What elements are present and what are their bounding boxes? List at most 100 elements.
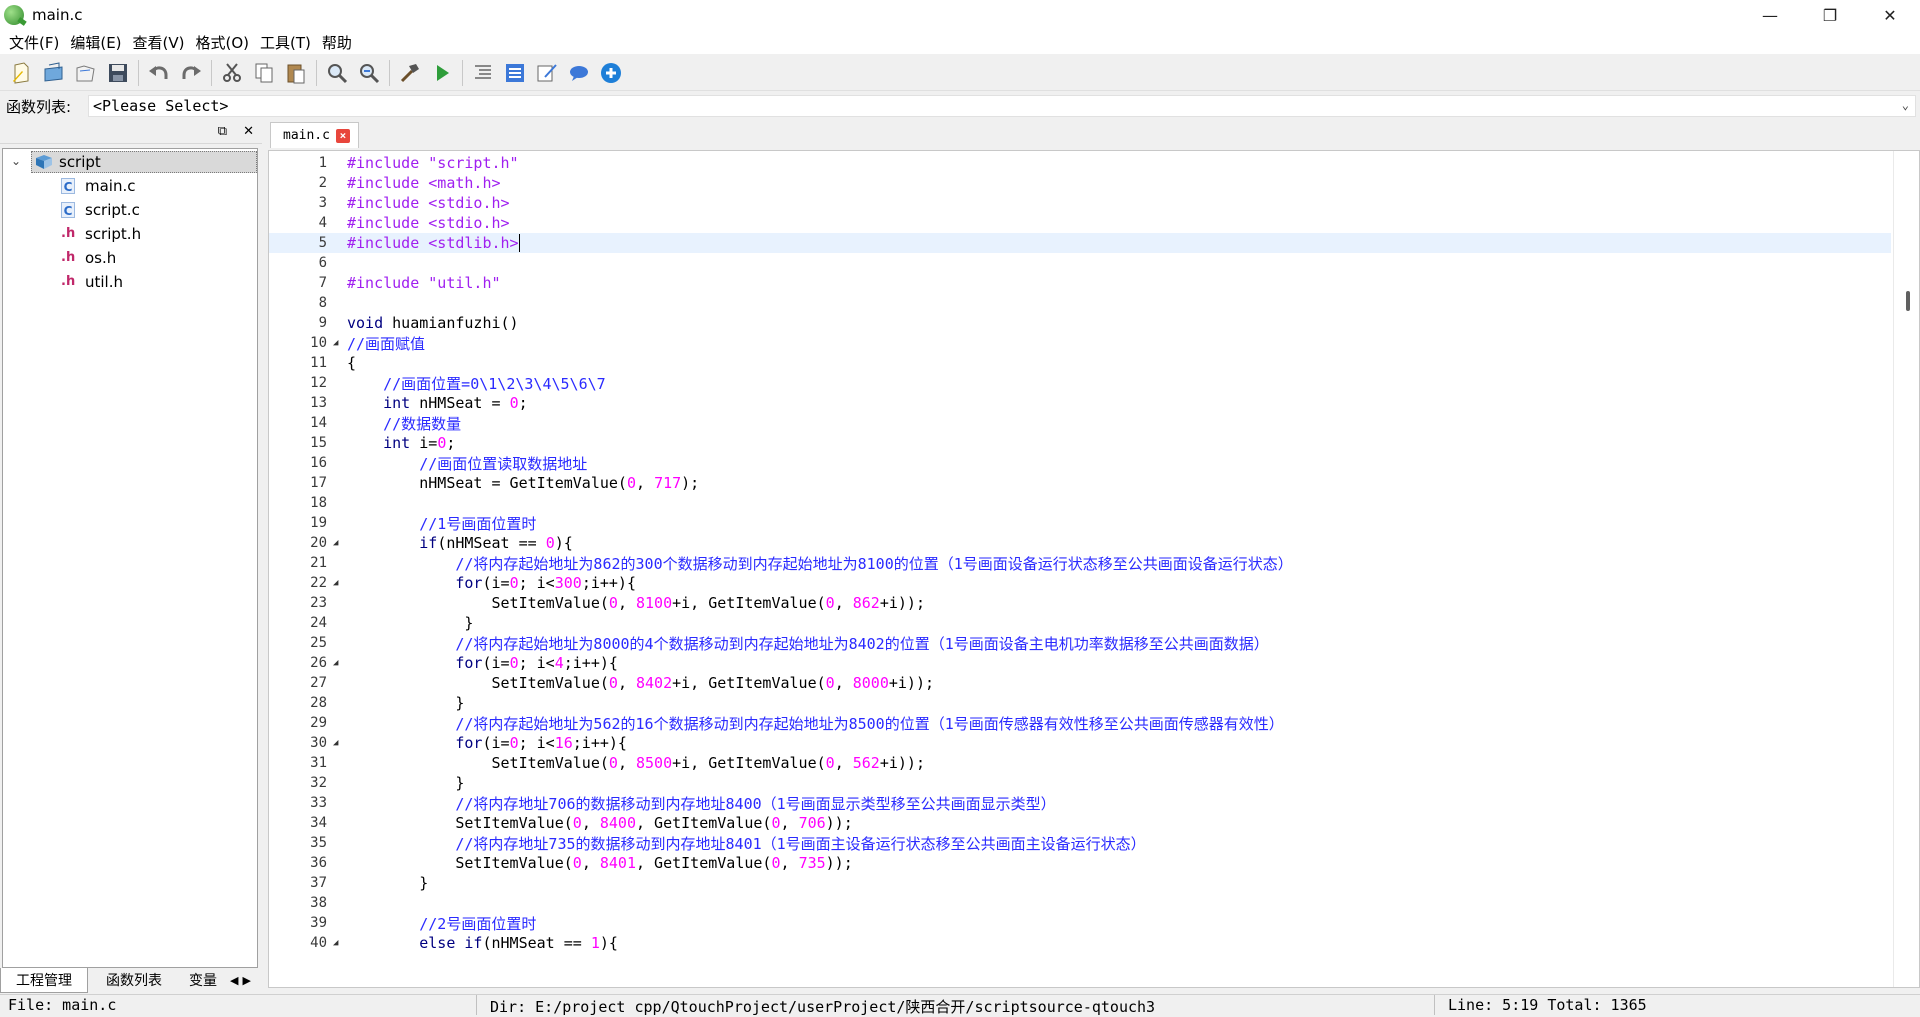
code-line[interactable]: 17 nHMSeat = GetItemValue(0, 717); [269, 473, 1891, 493]
menu-help[interactable]: 帮助 [317, 32, 357, 53]
collapse-arrow-icon[interactable]: ⌄ [11, 154, 21, 168]
code-line[interactable]: 28 } [269, 693, 1891, 713]
toolbar-separator [211, 59, 212, 86]
close-panel-icon[interactable]: ✕ [243, 124, 254, 139]
tree-item-os-h[interactable]: .h os.h [61, 247, 116, 269]
tree-item-script-c[interactable]: C script.c [61, 199, 140, 221]
code-line[interactable]: 32 } [269, 773, 1891, 793]
tree-item-main-c[interactable]: C main.c [61, 175, 136, 197]
copy-icon[interactable] [248, 57, 280, 89]
open-folder-icon[interactable] [70, 57, 102, 89]
code-line[interactable]: 20 ◢ if(nHMSeat == 0){ [269, 533, 1891, 553]
float-panel-icon[interactable]: ⧉ [218, 124, 227, 139]
tab-scroll-right-icon[interactable]: ▶ [242, 974, 250, 987]
find-icon[interactable] [321, 57, 353, 89]
save-icon[interactable] [102, 57, 134, 89]
open-icon[interactable] [38, 57, 70, 89]
menu-edit[interactable]: 编辑(E) [65, 32, 126, 53]
function-list-select[interactable]: <Please Select> ⌄ [88, 95, 1916, 117]
code-line[interactable]: 7 #include "util.h" [269, 273, 1891, 293]
menu-format[interactable]: 格式(O) [191, 32, 255, 53]
code-line[interactable]: 39 //2号画面位置时 [269, 913, 1891, 933]
code-line[interactable]: 19 //1号画面位置时 [269, 513, 1891, 533]
comment-icon[interactable] [563, 57, 595, 89]
code-line[interactable]: 36 SetItemValue(0, 8401, GetItemValue(0,… [269, 853, 1891, 873]
code-line[interactable]: 3 #include <stdio.h> [269, 193, 1891, 213]
code-line[interactable]: 1 #include "script.h" [269, 153, 1891, 173]
code-line[interactable]: 2 #include <math.h> [269, 173, 1891, 193]
fold-marker-icon[interactable]: ◢ [333, 338, 347, 348]
code-line[interactable]: 21 //将内存起始地址为862的300个数据移动到内存起始地址为8100的位置… [269, 553, 1891, 573]
code-line[interactable]: 23 SetItemValue(0, 8100+i, GetItemValue(… [269, 593, 1891, 613]
tree-root-script[interactable]: ⌄ script [3, 151, 257, 173]
menu-file[interactable]: 文件(F) [4, 32, 64, 53]
chevron-down-icon[interactable]: ⌄ [1902, 98, 1909, 112]
code-line[interactable]: 29 //将内存起始地址为562的16个数据移动到内存起始地址为8500的位置（… [269, 713, 1891, 733]
redo-icon[interactable] [175, 57, 207, 89]
paste-icon[interactable] [280, 57, 312, 89]
tab-project[interactable]: 工程管理 [0, 967, 88, 993]
code-line[interactable]: 35 //将内存地址735的数据移动到内存地址8401（1号画面主设备运行状态移… [269, 833, 1891, 853]
fold-marker-icon[interactable]: ◢ [333, 658, 347, 668]
new-file-icon[interactable] [6, 57, 38, 89]
code-token: 4 [554, 654, 564, 672]
code-line[interactable]: 14 //数据数量 [269, 413, 1891, 433]
code-line[interactable]: 13 int nHMSeat = 0; [269, 393, 1891, 413]
code-line[interactable]: 15 int i=0; [269, 433, 1891, 453]
outdent-icon[interactable] [467, 57, 499, 89]
run-icon[interactable] [426, 57, 458, 89]
code-line[interactable]: 6 [269, 253, 1891, 273]
code-line[interactable]: 10 ◢//画面赋值 [269, 333, 1891, 353]
fold-marker-icon[interactable]: ◢ [333, 938, 347, 948]
code-line[interactable]: 12 //画面位置=0\1\2\3\4\5\6\7 [269, 373, 1891, 393]
edit-note-icon[interactable] [531, 57, 563, 89]
scrollbar-thumb[interactable] [1906, 291, 1910, 311]
code-line[interactable]: 24 } [269, 613, 1891, 633]
restore-button[interactable]: ❐ [1800, 0, 1860, 30]
tree-item-util-h[interactable]: .h util.h [61, 271, 123, 293]
code-line[interactable]: 22 ◢ for(i=0; i<300;i++){ [269, 573, 1891, 593]
code-line[interactable]: 40 ◢ else if(nHMSeat == 1){ [269, 933, 1891, 953]
close-tab-icon[interactable]: × [335, 128, 350, 143]
menu-view[interactable]: 查看(V) [128, 32, 190, 53]
tab-function-list[interactable]: 函数列表 [88, 968, 180, 992]
minimize-button[interactable]: — [1740, 0, 1800, 30]
code-line[interactable]: 30 ◢ for(i=0; i<16;i++){ [269, 733, 1891, 753]
editor-tab-main-c[interactable]: main.c × [270, 122, 359, 148]
code-token: (nHMSeat == [482, 934, 591, 952]
tree-item-script-h[interactable]: .h script.h [61, 223, 141, 245]
code-line[interactable]: 18 [269, 493, 1891, 513]
code-line[interactable]: 5 #include <stdlib.h> [269, 233, 1891, 253]
fold-marker-icon[interactable]: ◢ [333, 538, 347, 548]
code-text: SetItemValue(0, 8500+i, GetItemValue(0, … [347, 754, 925, 772]
tab-variables[interactable]: 变量 [180, 968, 226, 992]
code-line[interactable]: 31 SetItemValue(0, 8500+i, GetItemValue(… [269, 753, 1891, 773]
code-line[interactable]: 25 //将内存起始地址为8000的4个数据移动到内存起始地址为8402的位置（… [269, 633, 1891, 653]
menu-tools[interactable]: 工具(T) [255, 32, 316, 53]
code-line[interactable]: 26 ◢ for(i=0; i<4;i++){ [269, 653, 1891, 673]
find-replace-icon[interactable] [353, 57, 385, 89]
code-line[interactable]: 34 SetItemValue(0, 8400, GetItemValue(0,… [269, 813, 1891, 833]
code-line[interactable]: 8 [269, 293, 1891, 313]
list-icon[interactable] [499, 57, 531, 89]
code-editor[interactable]: 1 #include "script.h" 2 #include <math.h> 3 #… [268, 150, 1920, 988]
tab-scroll-left-icon[interactable]: ◀ [230, 974, 238, 987]
code-line[interactable]: 38 [269, 893, 1891, 913]
fold-marker-icon[interactable]: ◢ [333, 738, 347, 748]
code-line[interactable]: 27 SetItemValue(0, 8402+i, GetItemValue(… [269, 673, 1891, 693]
status-divider [1434, 995, 1435, 1015]
add-icon[interactable] [595, 57, 627, 89]
code-line[interactable]: 33 //将内存地址706的数据移动到内存地址8400（1号画面显示类型移至公共… [269, 793, 1891, 813]
fold-marker-icon[interactable]: ◢ [333, 578, 347, 588]
code-line[interactable]: 37 } [269, 873, 1891, 893]
vertical-scrollbar[interactable] [1893, 151, 1919, 987]
close-button[interactable]: ✕ [1860, 0, 1920, 30]
code-line[interactable]: 9 void huamianfuzhi() [269, 313, 1891, 333]
code-line[interactable]: 11 { [269, 353, 1891, 373]
code-line[interactable]: 16 //画面位置读取数据地址 [269, 453, 1891, 473]
build-icon[interactable] [394, 57, 426, 89]
cut-icon[interactable] [216, 57, 248, 89]
undo-icon[interactable] [143, 57, 175, 89]
code-line[interactable]: 4 #include <stdio.h> [269, 213, 1891, 233]
